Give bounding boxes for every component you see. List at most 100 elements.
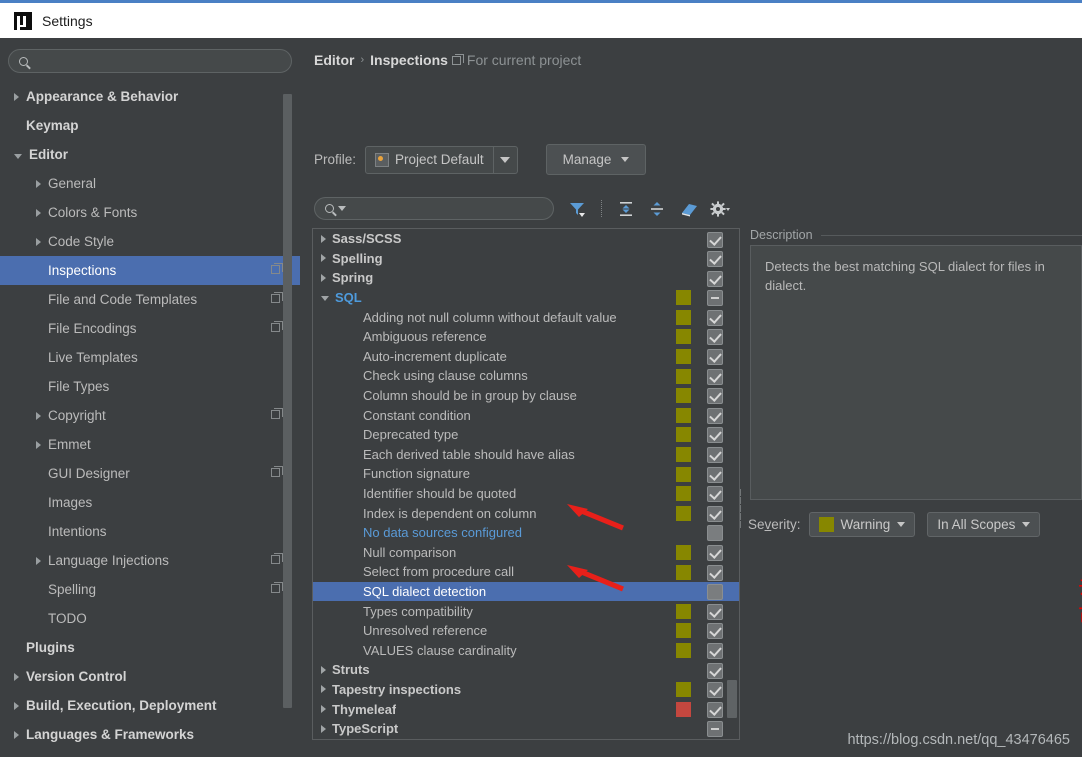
inspection-row[interactable]: Identifier should be quoted <box>313 484 739 504</box>
inspection-checkbox[interactable] <box>707 682 723 699</box>
sidebar-item-code-style[interactable]: Code Style <box>0 227 300 256</box>
chevron-right-icon[interactable] <box>321 254 326 263</box>
inspection-row[interactable]: Struts <box>313 660 739 680</box>
severity-combobox[interactable]: Warning <box>808 512 916 537</box>
inspection-checkbox[interactable] <box>707 231 723 248</box>
inspection-checkbox[interactable] <box>707 662 723 679</box>
chevron-right-icon[interactable] <box>36 179 41 188</box>
inspection-checkbox[interactable] <box>707 427 723 444</box>
inspection-row[interactable]: UI Form Problems <box>313 738 739 739</box>
severity-color-swatch[interactable] <box>676 427 691 443</box>
inspection-row[interactable]: Types compatibility <box>313 601 739 621</box>
vertical-splitter-handle[interactable] <box>740 488 748 528</box>
sidebar-scrollbar-thumb[interactable] <box>283 94 292 708</box>
sidebar-item-inspections[interactable]: Inspections <box>0 256 300 285</box>
severity-color-swatch[interactable] <box>676 623 691 639</box>
inspection-checkbox[interactable] <box>707 407 723 424</box>
sidebar-item-appearance-behavior[interactable]: Appearance & Behavior <box>0 82 300 111</box>
sidebar-item-emmet[interactable]: Emmet <box>0 430 300 459</box>
sidebar-item-gui-designer[interactable]: GUI Designer <box>0 459 300 488</box>
severity-color-swatch[interactable] <box>676 642 691 658</box>
inspection-checkbox[interactable] <box>707 290 723 307</box>
inspection-checkbox[interactable] <box>707 721 723 738</box>
severity-color-swatch[interactable] <box>676 447 691 463</box>
severity-color-swatch[interactable] <box>676 329 691 345</box>
inspection-row[interactable]: Spring <box>313 268 739 288</box>
inspection-row[interactable]: Deprecated type <box>313 425 739 445</box>
sidebar-item-general[interactable]: General <box>0 169 300 198</box>
inspection-row[interactable]: VALUES clause cardinality <box>313 640 739 660</box>
settings-gear-icon[interactable] <box>710 200 730 218</box>
chevron-right-icon[interactable] <box>14 92 19 101</box>
inspection-row[interactable]: Ambiguous reference <box>313 327 739 347</box>
chevron-right-icon[interactable] <box>321 665 326 674</box>
sidebar-item-live-templates[interactable]: Live Templates <box>0 343 300 372</box>
inspection-checkbox[interactable] <box>707 584 723 601</box>
collapse-all-icon[interactable] <box>648 200 666 218</box>
severity-color-swatch[interactable] <box>676 505 691 521</box>
inspection-checkbox[interactable] <box>707 701 723 718</box>
sidebar-item-plugins[interactable]: Plugins <box>0 633 300 662</box>
severity-color-swatch[interactable] <box>676 407 691 423</box>
chevron-down-icon[interactable] <box>321 296 329 302</box>
severity-color-swatch[interactable] <box>676 564 691 580</box>
inspection-row[interactable]: Function signature <box>313 464 739 484</box>
chevron-right-icon[interactable] <box>321 685 326 694</box>
severity-color-swatch[interactable] <box>676 309 691 325</box>
severity-color-swatch[interactable] <box>676 603 691 619</box>
sidebar-item-intentions[interactable]: Intentions <box>0 517 300 546</box>
inspection-row[interactable]: Auto-increment duplicate <box>313 347 739 367</box>
sidebar-item-keymap[interactable]: Keymap <box>0 111 300 140</box>
inspections-tree[interactable]: Sass/SCSS Spelling Spring SQL Adding not nul… <box>313 229 739 739</box>
inspection-checkbox[interactable] <box>707 525 723 542</box>
inspection-checkbox[interactable] <box>707 466 723 483</box>
chevron-right-icon[interactable] <box>36 440 41 449</box>
sidebar-item-file-types[interactable]: File Types <box>0 372 300 401</box>
sidebar-item-version-control[interactable]: Version Control <box>0 662 300 691</box>
inspection-row[interactable]: Sass/SCSS <box>313 229 739 249</box>
chevron-right-icon[interactable] <box>36 556 41 565</box>
sidebar-item-file-encodings[interactable]: File Encodings <box>0 314 300 343</box>
search-input[interactable] <box>28 54 291 68</box>
severity-color-swatch[interactable] <box>676 545 691 560</box>
severity-color-swatch[interactable] <box>676 368 691 384</box>
chevron-right-icon[interactable] <box>321 724 326 733</box>
inspection-row[interactable]: Index is dependent on column <box>313 503 739 523</box>
chevron-right-icon[interactable] <box>321 234 326 243</box>
severity-color-swatch[interactable] <box>676 701 691 717</box>
chevron-right-icon[interactable] <box>321 705 326 714</box>
sidebar-item-build-execution-deployment[interactable]: Build, Execution, Deployment <box>0 691 300 720</box>
sidebar-search[interactable] <box>8 49 292 73</box>
expand-all-icon[interactable] <box>617 200 635 218</box>
profile-dropdown-button[interactable] <box>492 146 517 173</box>
sidebar-item-todo[interactable]: TODO <box>0 604 300 633</box>
inspection-checkbox[interactable] <box>707 486 723 503</box>
sidebar-item-language-injections[interactable]: Language Injections <box>0 546 300 575</box>
inspection-row[interactable]: SQL <box>313 288 739 308</box>
inspection-row[interactable]: Unresolved reference <box>313 621 739 641</box>
inspection-row[interactable]: TypeScript <box>313 719 739 739</box>
chevron-right-icon[interactable] <box>36 411 41 420</box>
sidebar-item-file-and-code-templates[interactable]: File and Code Templates <box>0 285 300 314</box>
manage-button[interactable]: Manage <box>545 144 647 175</box>
inspection-row[interactable]: Select from procedure call <box>313 562 739 582</box>
inspection-row[interactable]: Each derived table should have alias <box>313 445 739 465</box>
inspection-checkbox[interactable] <box>707 251 723 268</box>
chevron-right-icon[interactable] <box>36 237 41 246</box>
severity-color-swatch[interactable] <box>676 466 691 482</box>
reset-to-default-icon[interactable] <box>679 200 697 218</box>
inspection-row[interactable]: Spelling <box>313 249 739 269</box>
inspection-checkbox[interactable] <box>707 270 723 287</box>
sidebar-item-languages-frameworks[interactable]: Languages & Frameworks <box>0 720 300 749</box>
inspection-checkbox[interactable] <box>707 545 723 561</box>
inspection-search-input[interactable] <box>346 201 553 216</box>
inspection-row[interactable]: Null comparison <box>313 543 739 563</box>
severity-color-swatch[interactable] <box>676 682 691 698</box>
inspection-checkbox[interactable] <box>707 623 723 640</box>
inspection-row[interactable]: Column should be in group by clause <box>313 386 739 406</box>
inspections-scrollbar-thumb[interactable] <box>727 680 737 718</box>
chevron-right-icon[interactable] <box>14 672 19 681</box>
inspection-search-box[interactable] <box>314 197 554 220</box>
chevron-down-icon[interactable] <box>14 153 22 159</box>
inspection-row[interactable]: Check using clause columns <box>313 366 739 386</box>
